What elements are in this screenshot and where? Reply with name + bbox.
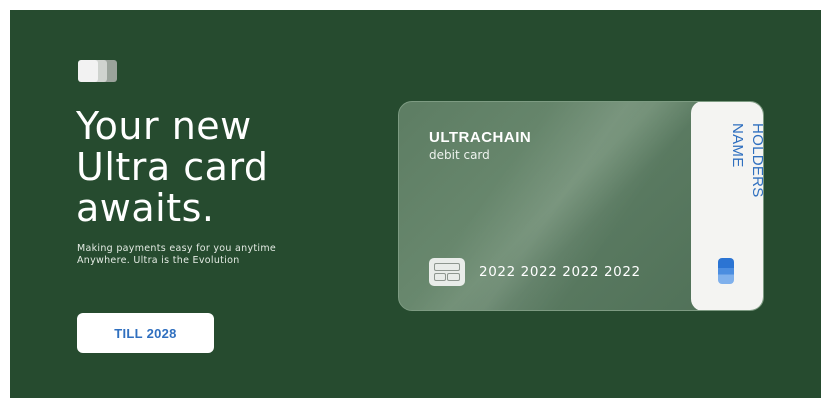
headline-line-1: Your new xyxy=(76,104,252,148)
headline-line-3: awaits. xyxy=(76,186,215,230)
card-stack-icon xyxy=(78,60,120,82)
subtext: Making payments easy for you anytime Any… xyxy=(77,243,357,267)
card-number: 2022 2022 2022 2022 xyxy=(479,264,641,280)
subtext-line-2: Anywhere. Ultra is the Evolution xyxy=(77,255,240,266)
holder-name: HOLDERS NAME xyxy=(727,123,764,198)
holder-name-line-2: NAME xyxy=(729,123,746,168)
chip-icon xyxy=(429,258,465,286)
headline-line-2: Ultra card xyxy=(76,145,269,189)
till-2028-button[interactable]: TILL 2028 xyxy=(77,313,214,353)
headline: Your new Ultra card awaits. xyxy=(76,106,376,229)
contactless-icon xyxy=(718,258,734,284)
holder-name-line-1: HOLDERS xyxy=(749,123,764,198)
subtext-line-1: Making payments easy for you anytime xyxy=(77,243,277,254)
hero-section: Your new Ultra card awaits. Making payme… xyxy=(10,10,821,398)
card-type: debit card xyxy=(429,148,490,162)
holder-panel: HOLDERS NAME xyxy=(691,102,764,310)
debit-card: ULTRACHAIN debit card 2022 2022 2022 202… xyxy=(398,101,764,311)
card-brand: ULTRACHAIN xyxy=(429,129,532,146)
